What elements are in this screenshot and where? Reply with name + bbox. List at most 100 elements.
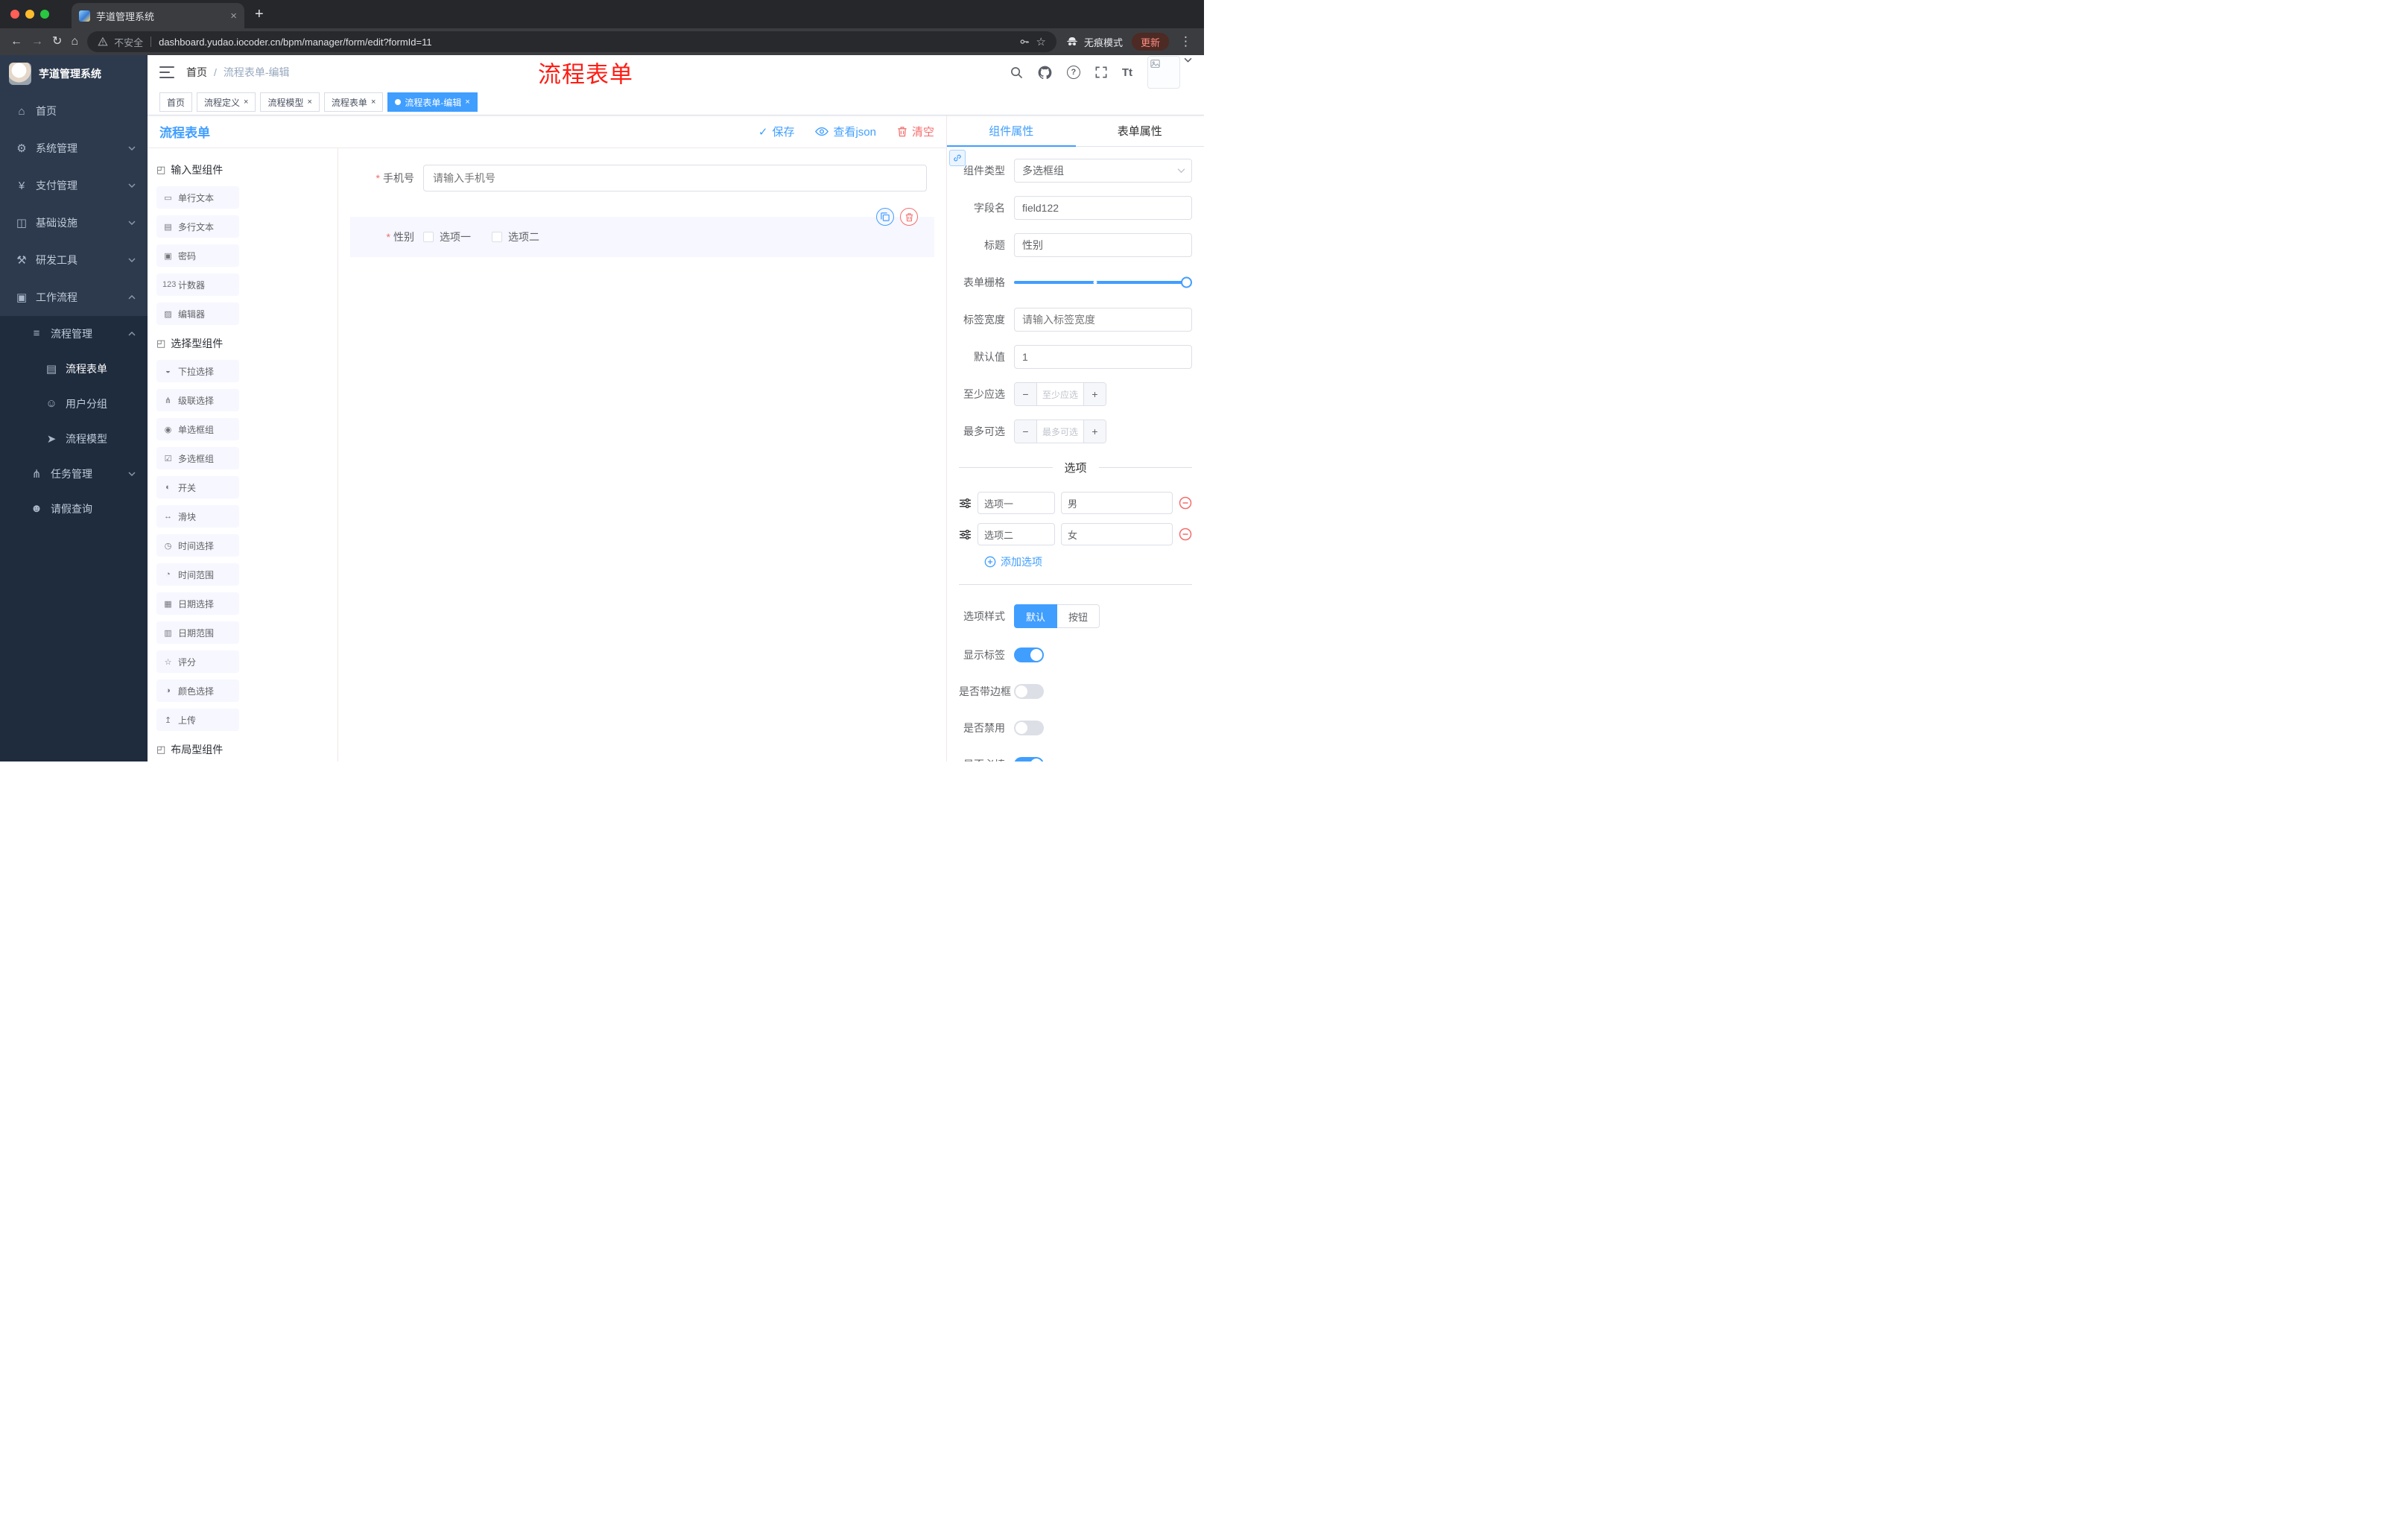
sidebar-item[interactable]: ▣ 工作流程 — [0, 279, 148, 316]
sidebar-item[interactable]: ¥ 支付管理 — [0, 167, 148, 204]
drag-handle-icon[interactable] — [959, 529, 972, 539]
phone-input[interactable] — [423, 165, 927, 191]
checkbox-icon[interactable] — [492, 232, 502, 242]
bookmark-star-icon[interactable]: ☆ — [1036, 35, 1046, 48]
add-option-button[interactable]: 添加选项 — [984, 554, 1192, 569]
tag[interactable]: 流程定义 — [197, 92, 256, 112]
canvas-field-gender[interactable]: 性别 选项一 — [350, 208, 934, 257]
palette-component[interactable]: ▤ 多行文本 — [156, 215, 239, 238]
fullscreen-icon[interactable] — [1095, 66, 1107, 78]
palette-component[interactable]: ◒ 下拉选择 — [156, 360, 239, 382]
drag-handle-icon[interactable] — [959, 498, 972, 508]
component-type-value[interactable] — [1014, 159, 1192, 183]
tag[interactable]: 流程表单-编辑 — [387, 92, 478, 112]
option-value-input[interactable] — [1061, 523, 1173, 545]
browser-menu-icon[interactable]: ⋮ — [1178, 34, 1194, 49]
palette-component[interactable]: ◐ 开关 — [156, 476, 239, 498]
label-width-input[interactable] — [1014, 308, 1192, 332]
palette-component[interactable]: ◔ 时间范围 — [156, 563, 239, 586]
tag-close-icon[interactable] — [465, 98, 469, 107]
tag[interactable]: 首页 — [159, 92, 193, 112]
clear-button[interactable]: 清空 — [897, 124, 934, 139]
default-value-input[interactable] — [1014, 345, 1192, 369]
tag[interactable]: 流程模型 — [260, 92, 320, 112]
avatar-caret-icon[interactable] — [1184, 57, 1192, 63]
view-json-button[interactable]: 查看json — [815, 124, 876, 139]
min-checked-value[interactable]: 至少应选 — [1037, 383, 1083, 405]
sidebar-item[interactable]: ⚙ 系统管理 — [0, 130, 148, 167]
browser-tab[interactable]: 芋道管理系统 × — [72, 3, 244, 28]
sidebar-item[interactable]: ⚒ 研发工具 — [0, 241, 148, 279]
increase-button[interactable]: + — [1083, 383, 1106, 405]
collapse-sidebar-icon[interactable] — [159, 66, 174, 79]
security-label[interactable]: 不安全 — [114, 35, 143, 49]
sidebar-subitem[interactable]: ⋔ 任务管理 — [0, 456, 148, 491]
new-tab-button[interactable]: + — [255, 7, 264, 22]
component-type-select[interactable] — [1014, 159, 1192, 183]
toggle-switch[interactable] — [1014, 757, 1044, 762]
sidebar-subitem[interactable]: ≡ 流程管理 — [0, 316, 148, 351]
decrease-button[interactable]: − — [1015, 383, 1037, 405]
palette-component[interactable]: ◉ 单选框组 — [156, 418, 239, 440]
option-value-input[interactable] — [1061, 492, 1173, 514]
close-window-button[interactable] — [10, 10, 19, 19]
sidebar-subitem[interactable]: ➤ 流程模型 — [0, 421, 148, 456]
toggle-switch[interactable] — [1014, 721, 1044, 735]
palette-component[interactable]: ⋔ 级联选择 — [156, 389, 239, 411]
breadcrumb-home[interactable]: 首页 — [186, 65, 207, 80]
sidebar-item[interactable]: ⌂ 首页 — [0, 92, 148, 130]
palette-component[interactable]: ▣ 密码 — [156, 244, 239, 267]
slider-handle[interactable] — [1181, 276, 1192, 288]
palette-component[interactable]: ▨ 编辑器 — [156, 303, 239, 325]
sidebar-item[interactable]: ◫ 基础设施 — [0, 204, 148, 241]
tag-close-icon[interactable] — [307, 98, 311, 107]
form-canvas[interactable]: 手机号 性别 选项一 — [338, 148, 946, 762]
option-label-input[interactable] — [978, 492, 1055, 514]
palette-component[interactable]: ↥ 上传 — [156, 709, 239, 731]
canvas-field-phone[interactable]: 手机号 — [350, 159, 934, 197]
toggle-switch[interactable] — [1014, 684, 1044, 699]
palette-component[interactable]: ☆ 评分 — [156, 650, 239, 673]
save-button[interactable]: ✓ 保存 — [758, 124, 795, 139]
palette-component[interactable]: ▥ 日期范围 — [156, 621, 239, 644]
tag-close-icon[interactable] — [244, 98, 248, 107]
palette-component[interactable]: ☑ 多选框组 — [156, 447, 239, 469]
font-size-icon[interactable]: Tt — [1122, 66, 1132, 79]
delete-component-button[interactable] — [900, 208, 918, 226]
minimize-window-button[interactable] — [25, 10, 34, 19]
palette-component[interactable]: ↔ 滑块 — [156, 505, 239, 528]
toggle-switch[interactable] — [1014, 647, 1044, 662]
tag-close-icon[interactable] — [371, 98, 376, 107]
checkbox-icon[interactable] — [423, 232, 434, 242]
palette-component[interactable]: ▦ 日期选择 — [156, 592, 239, 615]
home-icon[interactable]: ⌂ — [71, 36, 78, 48]
palette-component[interactable]: ◑ 颜色选择 — [156, 680, 239, 702]
tab-component-props[interactable]: 组件属性 — [947, 115, 1076, 147]
back-icon[interactable]: ← — [10, 36, 22, 48]
tab-close-icon[interactable]: × — [230, 10, 237, 22]
address-bar[interactable]: 不安全 dashboard.yudao.iocoder.cn/bpm/manag… — [87, 31, 1056, 52]
option-label-input[interactable] — [978, 523, 1055, 545]
remove-option-icon[interactable] — [1179, 496, 1192, 510]
title-input[interactable] — [1014, 233, 1192, 257]
grid-slider[interactable] — [1014, 276, 1192, 288]
user-avatar[interactable] — [1147, 56, 1192, 89]
forward-icon[interactable]: → — [31, 36, 43, 48]
password-key-icon[interactable] — [1018, 36, 1030, 48]
sidebar-subitem[interactable]: ▤ 流程表单 — [0, 351, 148, 386]
style-default-button[interactable]: 默认 — [1014, 604, 1058, 628]
max-checked-value[interactable]: 最多可选 — [1037, 420, 1083, 443]
tag[interactable]: 流程表单 — [323, 92, 384, 112]
increase-button[interactable]: + — [1083, 420, 1106, 443]
decrease-button[interactable]: − — [1015, 420, 1037, 443]
checkbox-option[interactable]: 选项二 — [492, 229, 539, 244]
link-icon[interactable] — [949, 150, 966, 166]
tab-form-props[interactable]: 表单属性 — [1076, 115, 1205, 146]
zoom-window-button[interactable] — [40, 10, 49, 19]
field-name-input[interactable] — [1014, 196, 1192, 220]
github-icon[interactable] — [1038, 66, 1052, 80]
sidebar-subitem[interactable]: ☺ 用户分组 — [0, 386, 148, 421]
search-icon[interactable] — [1010, 66, 1023, 79]
copy-component-button[interactable] — [876, 208, 894, 226]
remove-option-icon[interactable] — [1179, 528, 1192, 541]
